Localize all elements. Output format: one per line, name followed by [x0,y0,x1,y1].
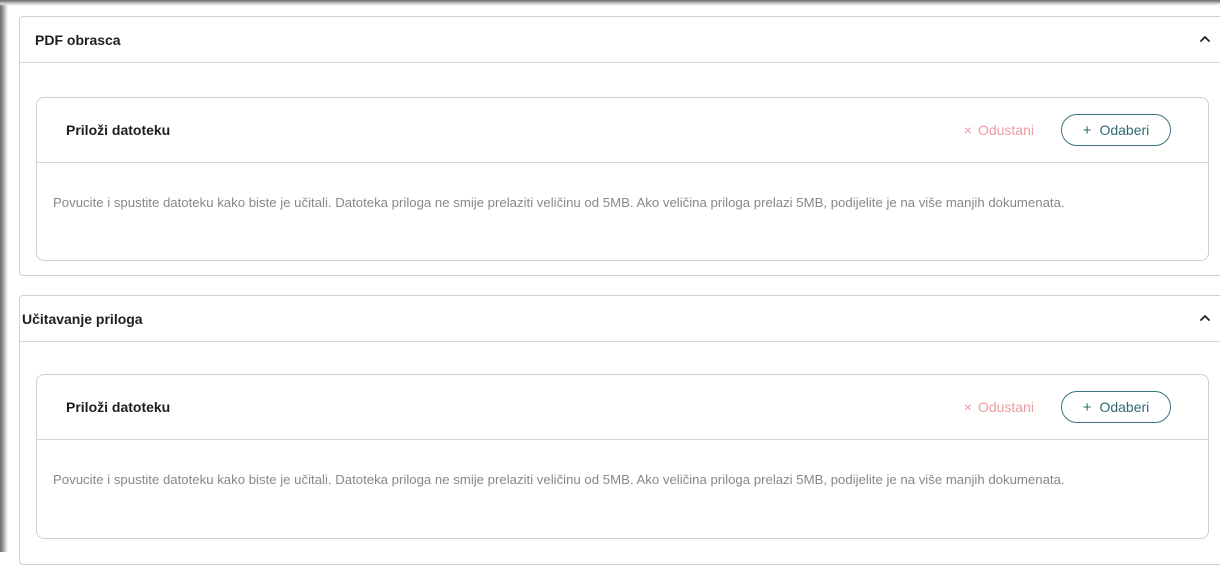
plus-icon: + [1082,398,1092,416]
upload-help-text: Povucite i spustite datoteku kako biste … [53,195,1065,210]
close-icon: × [963,122,972,138]
attachment-upload-panel: Učitavanje priloga Priloži datoteku × Od… [19,295,1220,565]
choose-label: Odaberi [1099,399,1150,415]
chevron-up-icon[interactable] [1197,31,1213,47]
pdf-form-panel-header[interactable]: PDF obrasca [20,17,1220,63]
cancel-button[interactable]: × Odustani [964,122,1034,138]
window-edge-shadow [0,0,8,552]
file-upload-dropzone[interactable]: Priloži datoteku × Odustani + Odaberi Po… [36,97,1209,261]
panel-title: PDF obrasca [35,32,121,48]
pdf-form-panel: PDF obrasca Priloži datoteku × Odustani … [19,16,1220,276]
window-top-shadow [0,0,1220,6]
cancel-label: Odustani [977,122,1034,138]
choose-file-button[interactable]: + Odaberi [1061,391,1171,423]
upload-help-text: Povucite i spustite datoteku kako biste … [53,472,1065,487]
file-upload-dropzone[interactable]: Priloži datoteku × Odustani + Odaberi Po… [36,374,1209,539]
upload-title: Priloži datoteku [66,399,171,415]
upload-card-header: Priloži datoteku × Odustani + Odaberi [37,98,1208,163]
upload-card-header: Priloži datoteku × Odustani + Odaberi [37,375,1208,440]
choose-file-button[interactable]: + Odaberi [1061,114,1171,146]
cancel-label: Odustani [977,399,1034,415]
upload-title: Priloži datoteku [66,122,171,138]
cancel-button[interactable]: × Odustani [964,399,1034,415]
close-icon: × [963,399,972,415]
panel-title: Učitavanje priloga [22,311,143,327]
attachment-upload-panel-header[interactable]: Učitavanje priloga [20,296,1220,342]
plus-icon: + [1082,121,1092,139]
choose-label: Odaberi [1099,122,1150,138]
chevron-up-icon[interactable] [1197,310,1213,326]
